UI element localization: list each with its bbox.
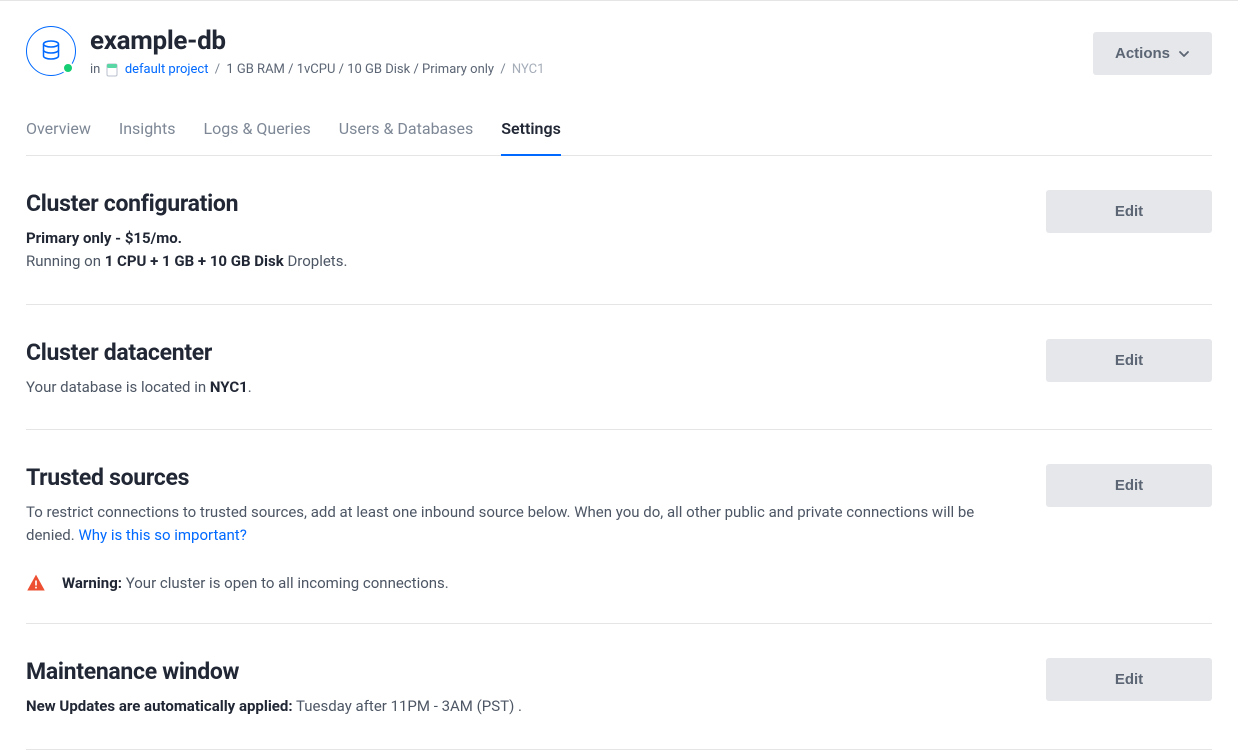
cluster-config-plan: Primary only - $15/mo. [26, 229, 182, 247]
tab-settings[interactable]: Settings [501, 119, 561, 156]
edit-cluster-datacenter-button[interactable]: Edit [1046, 339, 1212, 382]
section-trusted-sources: Trusted sources To restrict connections … [26, 430, 1212, 625]
trusted-sources-help-link[interactable]: Why is this so important? [78, 526, 246, 544]
tab-insights[interactable]: Insights [119, 119, 176, 156]
edit-maintenance-button[interactable]: Edit [1046, 658, 1212, 701]
cluster-config-title: Cluster configuration [26, 190, 986, 217]
breadcrumb: in default project / 1 GB RAM / 1vCPU / … [90, 62, 544, 77]
trusted-sources-warning: Warning: Your cluster is open to all inc… [26, 573, 986, 593]
project-icon [106, 63, 118, 77]
section-cluster-configuration: Cluster configuration Primary only - $15… [26, 156, 1212, 305]
warning-text: Your cluster is open to all incoming con… [122, 574, 449, 592]
cluster-datacenter-location: NYC1 [210, 378, 248, 396]
database-icon [39, 39, 63, 63]
chevron-down-icon [1178, 48, 1190, 60]
cluster-datacenter-suffix: . [248, 378, 252, 396]
database-avatar [26, 26, 76, 76]
warning-label: Warning: [62, 574, 122, 592]
edit-cluster-config-button[interactable]: Edit [1046, 190, 1212, 233]
database-title: example-db [90, 26, 544, 56]
section-cluster-datacenter: Cluster datacenter Your database is loca… [26, 305, 1212, 430]
actions-menu-button[interactable]: Actions [1093, 32, 1212, 75]
cluster-datacenter-prefix: Your database is located in [26, 378, 210, 396]
breadcrumb-region: NYC1 [512, 62, 545, 77]
tabs: Overview Insights Logs & Queries Users &… [26, 119, 1212, 156]
cluster-datacenter-title: Cluster datacenter [26, 339, 986, 366]
status-indicator-online [62, 62, 74, 74]
project-link[interactable]: default project [125, 62, 209, 77]
actions-label: Actions [1115, 45, 1170, 62]
warning-icon [26, 573, 46, 593]
tab-overview[interactable]: Overview [26, 119, 91, 156]
tab-users-databases[interactable]: Users & Databases [339, 119, 474, 156]
tab-logs-queries[interactable]: Logs & Queries [203, 119, 310, 156]
maintenance-title: Maintenance window [26, 658, 986, 685]
cluster-config-running-suffix: Droplets. [284, 252, 348, 270]
trusted-sources-title: Trusted sources [26, 464, 986, 491]
maintenance-value: Tuesday after 11PM - 3AM (PST) . [293, 697, 522, 715]
breadcrumb-in-label: in [90, 62, 100, 77]
edit-trusted-sources-button[interactable]: Edit [1046, 464, 1212, 507]
cluster-config-running-prefix: Running on [26, 252, 105, 270]
maintenance-label: New Updates are automatically applied: [26, 697, 293, 715]
breadcrumb-specs: 1 GB RAM / 1vCPU / 10 GB Disk / Primary … [226, 62, 494, 77]
section-maintenance-window: Maintenance window New Updates are autom… [26, 624, 1212, 749]
cluster-config-running-specs: 1 CPU + 1 GB + 10 GB Disk [105, 252, 284, 270]
